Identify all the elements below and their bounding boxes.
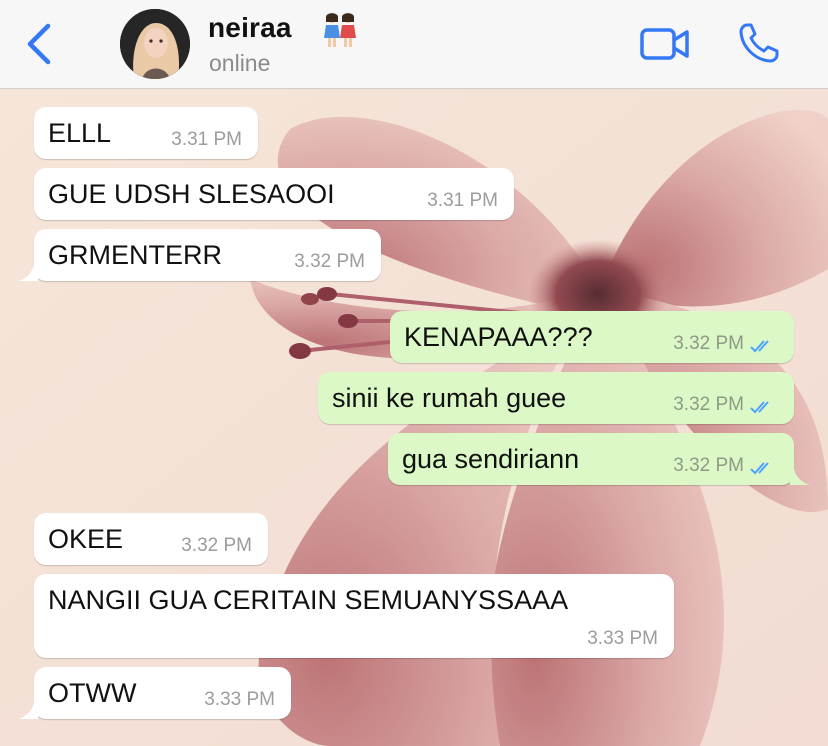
message-bubble[interactable]: GUE UDSH SLESAOOI 3.31 PM [34,168,514,220]
message-bubble[interactable]: KENAPAAA??? 3.32 PM [390,311,794,363]
contact-status: online [209,50,271,76]
chat-header: neiraa online [0,0,828,89]
video-call-button[interactable] [640,26,690,62]
message-bubble[interactable]: GRMENTERR 3.32 PM [18,229,381,281]
message-text: GUE UDSH SLESAOOI [48,179,335,209]
message-text: gua sendiriann [402,444,580,474]
video-camera-icon [640,28,689,60]
message-bubble[interactable]: OTWW 3.33 PM [18,667,291,719]
message-bubble[interactable]: OKEE 3.32 PM [34,513,268,565]
back-button[interactable] [22,22,56,66]
message-text: NANGII GUA CERITAIN SEMUANYSSAAA [48,585,569,615]
chat-screen: neiraa online ELLL 3.31 PM GUE UDSH SLES… [0,0,828,746]
message-time: 3.32 PM [673,394,744,415]
message-text: OTWW [48,678,137,708]
bubble-tail [18,265,38,281]
message-time: 3.33 PM [204,689,275,710]
message-time: 3.32 PM [673,455,744,476]
message-bubble[interactable]: gua sendiriann 3.32 PM [388,433,810,485]
bubble-tail [790,469,810,485]
message-time: 3.31 PM [171,129,242,150]
read-receipt-icon [750,340,769,353]
phone-icon [739,23,779,63]
message-bubble[interactable]: NANGII GUA CERITAIN SEMUANYSSAAA 3.33 PM [34,574,674,658]
message-time: 3.32 PM [673,333,744,354]
message-bubble[interactable]: ELLL 3.31 PM [34,107,258,159]
message-time: 3.32 PM [294,251,365,272]
voice-call-button[interactable] [738,22,780,64]
message-text: sinii ke rumah guee [332,383,567,413]
read-receipt-icon [750,401,769,414]
message-text: OKEE [48,524,124,554]
message-text: KENAPAAA??? [404,322,593,352]
read-receipt-icon [750,462,769,475]
bubble-tail [18,703,38,719]
message-time: 3.31 PM [427,190,498,211]
contact-name[interactable]: neiraa [208,12,292,44]
message-bubble[interactable]: sinii ke rumah guee 3.32 PM [318,372,794,424]
message-time: 3.33 PM [587,628,658,649]
avatar[interactable] [120,9,190,79]
message-text: ELLL [48,118,112,148]
message-text: GRMENTERR [48,240,222,270]
two-women-emoji [324,13,356,47]
message-time: 3.32 PM [181,535,252,556]
chevron-left-icon [27,23,51,65]
